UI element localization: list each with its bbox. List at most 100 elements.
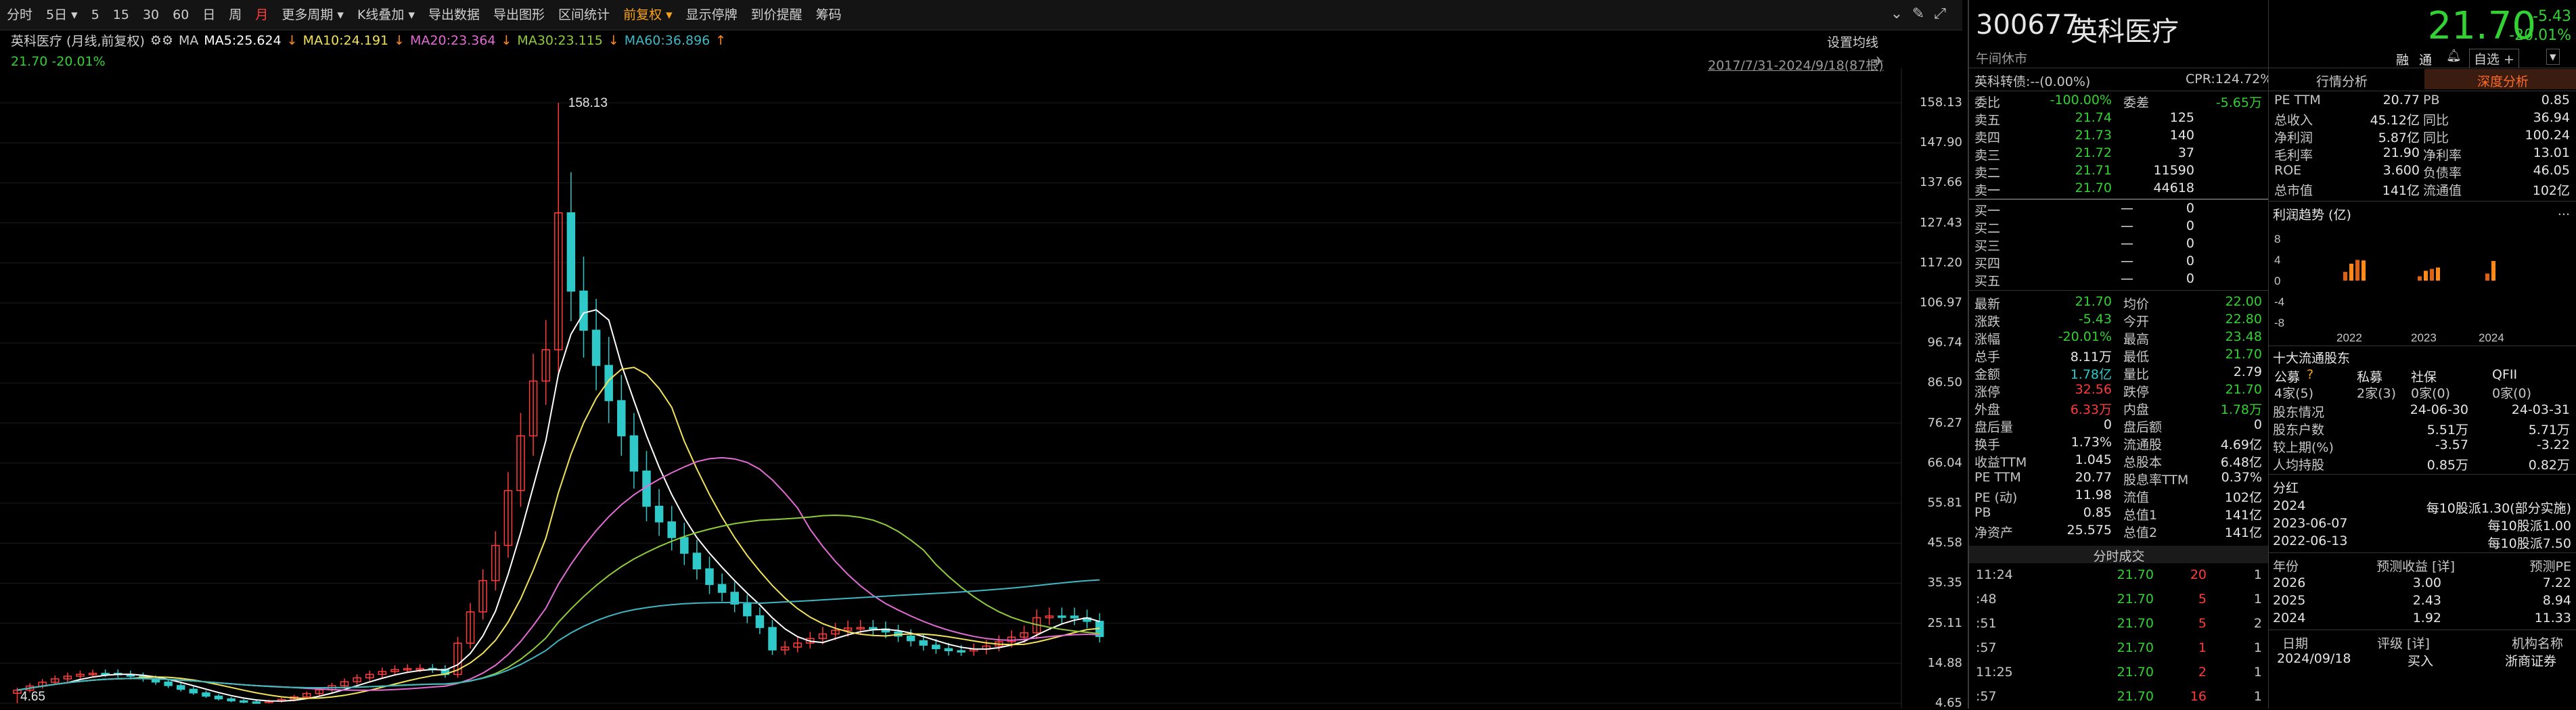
ask-volume: 125: [2169, 110, 2194, 125]
tab-market-analysis[interactable]: 行情分析: [2316, 72, 2368, 90]
holder-row-v1: 5.51万: [2426, 423, 2468, 437]
toolbar-item[interactable]: 月: [248, 0, 275, 30]
forecast-eps: 1.92: [2412, 611, 2441, 625]
ma60-value: MA60:36.896: [624, 32, 710, 48]
price-axis: 158.13 147.90 137.66 127.43 117.20 106.97 96.7…: [1901, 0, 1966, 710]
toolbar-item[interactable]: 显示停牌: [679, 0, 744, 30]
stat-value: 141亿: [2224, 508, 2262, 523]
tick-price: 21.70: [2117, 592, 2154, 607]
bid-label: 买五: [1974, 274, 2001, 289]
tick-count: 1: [2253, 689, 2262, 704]
arrow-down-icon: ↓: [286, 32, 298, 48]
tab-deep-analysis[interactable]: 深度分析: [2477, 72, 2529, 90]
candle-body: [189, 688, 198, 694]
stat-value: 21.70: [2225, 382, 2262, 397]
fund-value: 46.05: [2533, 163, 2570, 178]
dividend-value: 每10股派1.00: [2487, 519, 2571, 534]
fund-value: 100.24: [2525, 128, 2570, 143]
toolbar-item[interactable]: 导出数据: [422, 0, 487, 30]
candle-body: [667, 521, 676, 538]
bid-price: —: [2121, 236, 2133, 251]
profit-y-tick: 0: [2274, 275, 2280, 287]
dropdown-icon[interactable]: ▾: [2546, 49, 2560, 65]
stat-label: 总值2: [2123, 525, 2158, 540]
toolbar-item[interactable]: K线叠加 ▾: [351, 0, 422, 30]
dividend-date: 2023-06-07: [2273, 516, 2348, 531]
arrow-down-icon: ↓: [394, 32, 405, 48]
candle-body: [629, 435, 639, 472]
add-watchlist-button[interactable]: 自选 +: [2469, 49, 2519, 68]
candle-body: [164, 681, 173, 686]
holder-row-label: 股东情况: [2273, 405, 2325, 420]
holders-val: 0家(0): [2411, 386, 2451, 401]
stat-label: 总股本: [2123, 455, 2163, 470]
profit-bar: [2485, 273, 2489, 281]
bid-volume: 0: [2186, 271, 2194, 286]
toolbar-item[interactable]: 更多周期 ▾: [275, 0, 351, 30]
toolbar-item[interactable]: 到价提醒: [744, 0, 809, 30]
toolbar-item[interactable]: 区间统计: [551, 0, 616, 30]
stat-label: 总手: [1974, 350, 2001, 364]
toolbar-item[interactable]: 15: [106, 0, 136, 30]
help-icon[interactable]: ?: [2307, 367, 2313, 382]
stat-label: 最低: [2123, 350, 2150, 364]
more-icon[interactable]: ...: [2558, 204, 2570, 218]
toolbar-item[interactable]: 5: [85, 0, 106, 30]
arrow-down-icon: ↓: [501, 32, 512, 48]
stat-value: 102亿: [2224, 490, 2262, 505]
bell-icon[interactable]: 🔔︎: [2446, 49, 2462, 63]
tick-time: 11:25: [1976, 665, 2013, 680]
toolbar-item[interactable]: 分时: [0, 0, 39, 30]
fund-value: 141亿: [2382, 183, 2420, 198]
rating-value: 买入: [2408, 654, 2434, 669]
ask-volume: 11590: [2153, 163, 2194, 178]
stat-value: 0.37%: [2221, 470, 2262, 485]
fund-value: 13.01: [2533, 145, 2570, 160]
stat-label: PE TTM: [1974, 470, 2021, 485]
candle-body: [591, 329, 601, 366]
stat-label: 今开: [2123, 314, 2150, 329]
ask-label: 卖四: [1974, 131, 2001, 145]
stat-label: 外盘: [1974, 402, 2001, 417]
ma-settings-button[interactable]: 设置均线: [1827, 32, 1878, 51]
profit-year-label: 2023: [2411, 331, 2437, 344]
stat-label: 跌停: [2123, 385, 2150, 400]
stat-label: 金额: [1974, 367, 2001, 382]
convertible-bond[interactable]: 英科转债:--(0.00%): [1974, 72, 2090, 90]
toolbar-item[interactable]: 30: [136, 0, 166, 30]
ma30-line: [17, 514, 1100, 691]
bid-price: —: [2121, 271, 2133, 286]
profit-bar: [2418, 276, 2422, 281]
rating-date: 2024/09/18: [2277, 651, 2351, 666]
rating-org: 浙商证券: [2504, 654, 2556, 669]
tick-price: 21.70: [2117, 665, 2154, 680]
stat-value: 22.00: [2225, 294, 2262, 309]
gear-icon[interactable]: ⚙⚙: [150, 33, 173, 48]
toolbar-item[interactable]: 周: [222, 0, 248, 30]
rating-col: 评级 [详]: [2377, 636, 2430, 651]
stat-label: 换手: [1974, 437, 2001, 452]
stat-value: 0: [2103, 417, 2112, 432]
profit-bar: [2491, 260, 2495, 281]
arrow-down-icon: ↓: [608, 32, 619, 48]
toolbar-item[interactable]: 导出图形: [487, 0, 551, 30]
bid-label: 买一: [1974, 204, 2001, 218]
toolbar-item[interactable]: 日: [196, 0, 222, 30]
toolbar-item[interactable]: 筹码: [809, 0, 849, 30]
candlestick-chart[interactable]: 158.13 4.65: [0, 68, 1962, 709]
candle-body: [743, 603, 752, 617]
bid-volume: 0: [2186, 236, 2194, 251]
pin-icon[interactable]: ✈: [1873, 54, 1884, 69]
stat-label: 股息率TTM: [2123, 473, 2189, 488]
low-label: 4.65: [20, 690, 45, 704]
fund-value: 5.87亿: [2378, 131, 2420, 145]
toolbar-item[interactable]: 5日 ▾: [39, 0, 85, 30]
candle-body: [654, 505, 664, 523]
forecast-col: 预测PE: [2529, 559, 2571, 574]
stat-value: 1.045: [2075, 452, 2112, 467]
toolbar-item[interactable]: 前复权 ▾: [616, 0, 679, 30]
market-status: 午间休市: [1976, 51, 2028, 66]
stat-value: 8.11万: [2070, 350, 2112, 364]
price-tick: 158.13: [1920, 95, 1962, 110]
toolbar-item[interactable]: 60: [166, 0, 196, 30]
